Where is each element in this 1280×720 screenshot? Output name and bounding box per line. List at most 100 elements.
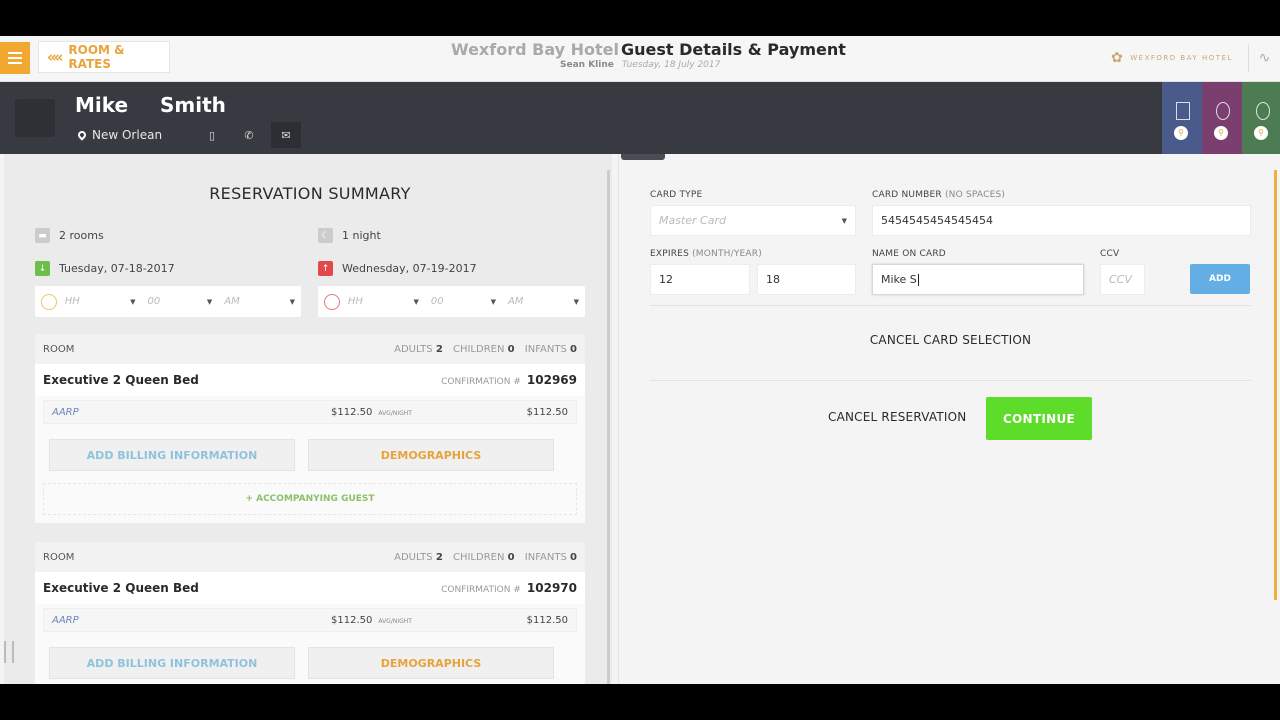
checkout-hour-select[interactable]: HH ▼ (348, 296, 425, 307)
nights-count: ☾ 1 night (318, 228, 381, 243)
moon-icon: ☾ (318, 228, 333, 243)
back-to-room-rates-button[interactable]: «« ROOM & RATES (38, 41, 170, 73)
agent-name: Sean Kline (560, 60, 614, 70)
brand-logo: ✿ WEXFORD BAY HOTEL (1111, 50, 1233, 66)
cancel-reservation-button[interactable]: CANCEL RESERVATION (828, 410, 966, 424)
drag-handle-icon[interactable] (4, 641, 14, 663)
top-header: «« ROOM & RATES Wexford Bay Hotel Guest … (0, 36, 1280, 82)
app-screen: «« ROOM & RATES Wexford Bay Hotel Guest … (0, 36, 1280, 684)
divider (650, 305, 1251, 306)
clock-icon (324, 293, 340, 310)
continue-button[interactable]: CONTINUE (986, 397, 1092, 440)
reservation-summary-panel: RESERVATION SUMMARY ▬ 2 rooms ☾ 1 night … (4, 154, 612, 684)
adults-count: 2 (435, 551, 443, 563)
room-type: Executive 2 Queen Bed (43, 581, 199, 595)
right-scrollbar[interactable] (1274, 170, 1277, 600)
occupancy: ADULTS 2 CHILDREN 0 INFANTS 0 (394, 343, 577, 355)
page-title: Guest Details & Payment (621, 40, 846, 59)
room-type: Executive 2 Queen Bed (43, 373, 199, 387)
name-on-card-label: NAME ON CARD (872, 249, 946, 259)
menu-icon[interactable] (0, 42, 30, 74)
guest-first-name: Mike (75, 93, 129, 117)
name-on-card-input[interactable]: Mike S (872, 264, 1084, 295)
confirmation: CONFIRMATION #102970 (441, 581, 577, 595)
guest-bar: Mike Smith New Orlean ▯ ✆ ✉ ⚲ ⚲ ⚲ (0, 82, 1280, 154)
checkin-ampm-select[interactable]: AM ▼ (218, 296, 301, 307)
group-tab[interactable]: ⚲ (1242, 82, 1280, 154)
room-card: ROOM ADULTS 2 CHILDREN 0 INFANTS 0 Execu… (35, 542, 585, 684)
rate-total: $112.50 (526, 406, 568, 418)
add-card-button[interactable]: ADD (1190, 264, 1250, 294)
rate-total: $112.50 (526, 614, 568, 626)
checkin-minute-select[interactable]: 00 ▼ (141, 296, 218, 307)
avg-night-rate: $112.50 AVG/NIGHT (331, 406, 412, 418)
occupancy: ADULTS 2 CHILDREN 0 INFANTS 0 (394, 551, 577, 563)
card-number-input[interactable]: 5454545454545454 (872, 205, 1251, 236)
rooms-count-text: 2 rooms (59, 229, 104, 242)
room-header: ROOM ADULTS 2 CHILDREN 0 INFANTS 0 (35, 334, 585, 364)
card-number-label: CARD NUMBER (NO SPACES) (872, 190, 1006, 200)
checkout-minute-select[interactable]: 00 ▼ (425, 296, 502, 307)
card-type-select[interactable]: Master Card ▼ (650, 205, 856, 236)
add-billing-button[interactable]: ADD BILLING INFORMATION (49, 647, 295, 679)
phone-icon[interactable]: ✆ (234, 122, 264, 148)
expiry-month-input[interactable]: 12 (650, 264, 750, 295)
activity-pulse-icon[interactable]: ∿ (1248, 44, 1280, 72)
chevron-down-icon: ▼ (841, 216, 847, 225)
confirmation: CONFIRMATION #102969 (441, 373, 577, 387)
adults-count: 2 (435, 343, 443, 355)
room-actions: ADD BILLING INFORMATION DEMOGRAPHICS (35, 424, 585, 476)
back-button-label: ROOM & RATES (68, 43, 125, 71)
arrow-up-icon: ↑ (318, 261, 333, 276)
ccv-label: CCV (1100, 249, 1120, 259)
rate-row: AARP $112.50 AVG/NIGHT $112.50 (43, 608, 577, 632)
summary-title: RESERVATION SUMMARY (209, 184, 411, 203)
checkin-hour-select[interactable]: HH ▼ (65, 296, 142, 307)
rate-code: AARP (52, 614, 79, 626)
guest-location: New Orlean (76, 128, 162, 142)
demographics-button[interactable]: DEMOGRAPHICS (308, 647, 554, 679)
divider (650, 380, 1251, 381)
checkin-time-picker[interactable]: HH ▼ 00 ▼ AM ▼ (35, 286, 301, 317)
checkin-date: ↓ Tuesday, 07-18-2017 (35, 261, 175, 276)
demographics-button[interactable]: DEMOGRAPHICS (308, 439, 554, 471)
checkout-time-picker[interactable]: HH ▼ 00 ▼ AM ▼ (318, 286, 585, 317)
room-label: ROOM (43, 343, 75, 355)
search-icon: ⚲ (1254, 126, 1268, 140)
search-icon: ⚲ (1214, 126, 1228, 140)
children-count: 0 (507, 343, 515, 355)
children-count: 0 (507, 551, 515, 563)
globe-icon (1216, 102, 1230, 120)
add-accompanying-guest-button[interactable]: + ACCOMPANYING GUEST (43, 483, 577, 515)
brand-logo-text: WEXFORD BAY HOTEL (1130, 54, 1233, 62)
room-name-row: Executive 2 Queen Bed CONFIRMATION #1029… (35, 364, 585, 396)
header-date: Tuesday, 18 July 2017 (622, 60, 721, 70)
expiry-year-input[interactable]: 18 (757, 264, 856, 295)
checkout-date-text: Wednesday, 07-19-2017 (342, 262, 477, 275)
building-icon (1176, 102, 1190, 120)
confirmation-number: 102969 (526, 373, 577, 387)
email-icon[interactable]: ✉ (271, 122, 301, 148)
rooms-count: ▬ 2 rooms (35, 228, 104, 243)
panel-tab[interactable] (621, 154, 665, 160)
payment-panel: CARD TYPE Master Card ▼ CARD NUMBER (NO S… (618, 154, 1280, 684)
checkout-date: ↑ Wednesday, 07-19-2017 (318, 261, 477, 276)
checkout-ampm-select[interactable]: AM ▼ (502, 296, 585, 307)
avatar (15, 99, 55, 137)
room-header: ROOM ADULTS 2 CHILDREN 0 INFANTS 0 (35, 542, 585, 572)
globe-tab[interactable]: ⚲ (1202, 82, 1242, 154)
expires-label: EXPIRES (MONTH/YEAR) (650, 249, 762, 259)
hotel-building-tab[interactable]: ⚲ (1162, 82, 1202, 154)
rate-row: AARP $112.50 AVG/NIGHT $112.50 (43, 400, 577, 424)
rate-code: AARP (52, 406, 79, 418)
ccv-input[interactable]: CCV (1100, 264, 1145, 295)
cancel-card-selection-button[interactable]: CANCEL CARD SELECTION (650, 333, 1251, 347)
arrow-down-icon: ↓ (35, 261, 50, 276)
left-scrollbar[interactable] (607, 170, 610, 684)
add-billing-button[interactable]: ADD BILLING INFORMATION (49, 439, 295, 471)
mobile-phone-icon[interactable]: ▯ (197, 122, 227, 148)
checkin-date-text: Tuesday, 07-18-2017 (59, 262, 175, 275)
maple-leaf-icon: ✿ (1111, 50, 1125, 66)
card-type-label: CARD TYPE (650, 190, 703, 200)
clock-icon (41, 293, 57, 310)
